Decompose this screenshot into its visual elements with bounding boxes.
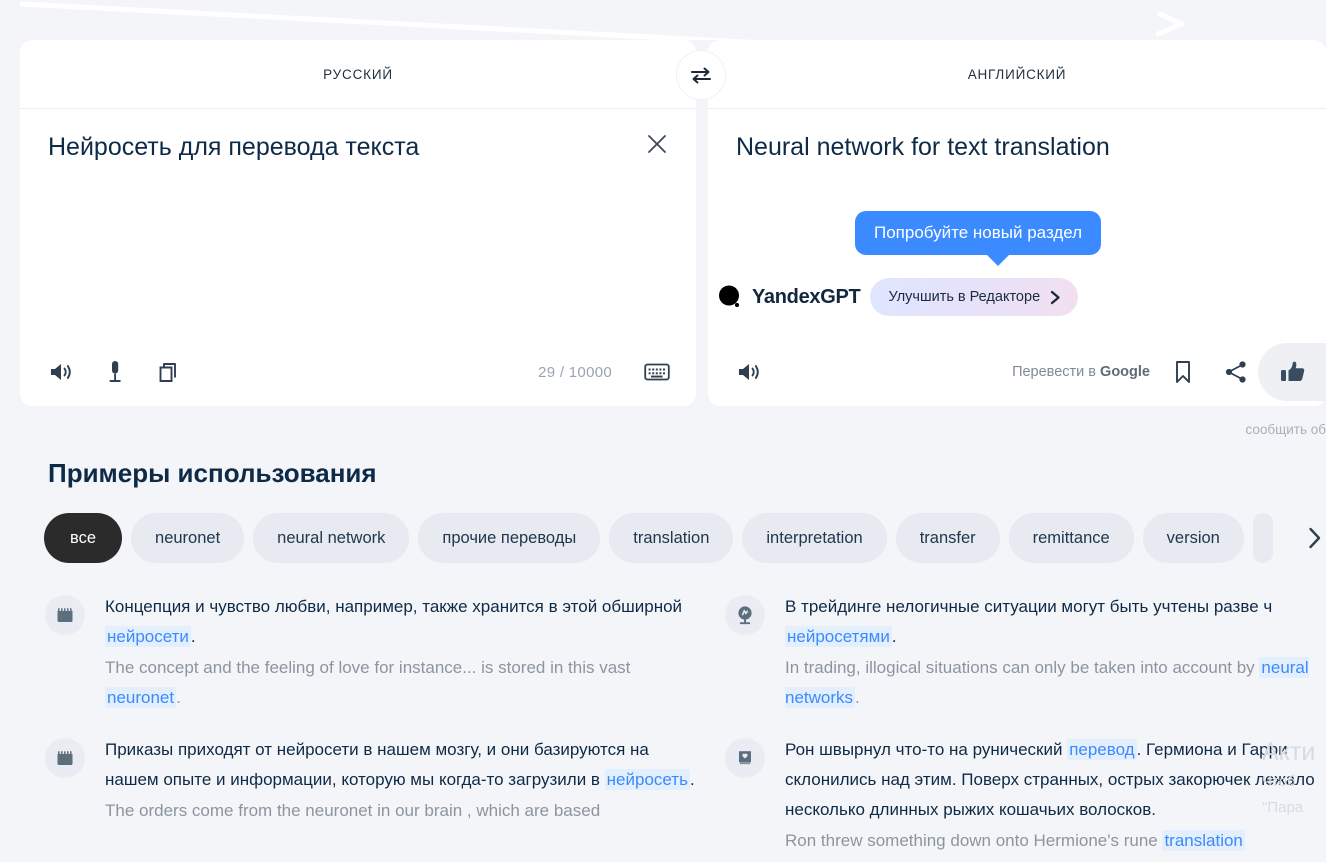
film-clapper-icon bbox=[45, 738, 85, 778]
example-source-text: Концепция и чувство любви, например, так… bbox=[105, 592, 705, 652]
examples-right-column: В трейдинге нелогичные ситуации могут бы… bbox=[725, 592, 1326, 862]
chip-version[interactable]: version bbox=[1142, 513, 1244, 563]
example-target-text: In trading, illogical situations can onl… bbox=[785, 653, 1326, 713]
swap-arrows-icon bbox=[691, 67, 711, 84]
example-item: Приказы приходят от нейросети в нашем мо… bbox=[45, 735, 711, 826]
google-brand-label: Google bbox=[1100, 364, 1150, 380]
example-item: В трейдинге нелогичные ситуации могут бы… bbox=[725, 592, 1326, 713]
examples-filter-chips: все neuronet neural network прочие перев… bbox=[44, 513, 1326, 563]
virtual-keyboard-button[interactable] bbox=[642, 357, 672, 387]
example-target-text: The orders come from the neuronet in our… bbox=[105, 796, 705, 826]
tooltip-text: Попробуйте новый раздел bbox=[874, 223, 1083, 242]
src-pre: Приказы приходят от нейросети в нашем мо… bbox=[105, 740, 649, 789]
target-text-area: Neural network for text translation bbox=[708, 109, 1326, 163]
chip-remittance[interactable]: remittance bbox=[1008, 513, 1134, 563]
src-pre: Концепция и чувство любви, например, так… bbox=[105, 597, 683, 616]
app-screen: РУССКИЙ Нейросеть для перевода текста 29… bbox=[0, 0, 1326, 862]
globe-news-icon bbox=[725, 595, 765, 635]
book-heart-icon bbox=[725, 738, 765, 778]
report-error-link[interactable]: сообщить об bbox=[1245, 422, 1326, 437]
src-highlight[interactable]: перевод bbox=[1067, 739, 1137, 760]
copy-icon bbox=[159, 363, 176, 382]
source-language-label: РУССКИЙ bbox=[323, 66, 393, 82]
source-speaker-button[interactable] bbox=[47, 357, 77, 387]
clear-source-button[interactable] bbox=[642, 129, 672, 159]
translator-card: РУССКИЙ Нейросеть для перевода текста 29… bbox=[20, 40, 1326, 406]
example-target-text: Ron threw something down onto Hermione's… bbox=[785, 826, 1326, 856]
microphone-icon bbox=[109, 361, 121, 382]
source-language-tab[interactable]: РУССКИЙ bbox=[20, 40, 696, 109]
chevron-right-icon bbox=[1050, 290, 1060, 304]
film-clapper-icon bbox=[45, 595, 85, 635]
src-post: . bbox=[689, 770, 695, 789]
example-source-text: Приказы приходят от нейросети в нашем мо… bbox=[105, 735, 705, 795]
target-speaker-button[interactable] bbox=[735, 357, 765, 387]
example-target-text: The concept and the feeling of love for … bbox=[105, 653, 705, 713]
src-highlight[interactable]: нейросети bbox=[105, 626, 191, 647]
speaker-icon bbox=[51, 364, 71, 380]
src-post: . bbox=[891, 627, 897, 646]
chips-scroll-next-button[interactable] bbox=[1292, 519, 1326, 557]
chip-neuronet[interactable]: neuronet bbox=[131, 513, 245, 563]
source-text[interactable]: Нейросеть для перевода текста bbox=[48, 131, 608, 163]
example-source-text: В трейдинге нелогичные ситуации могут бы… bbox=[785, 592, 1326, 652]
src-pre: Рон швырнул что-то на рунический bbox=[785, 740, 1068, 759]
google-link-prefix: Перевести в bbox=[1012, 364, 1101, 380]
src-post: . bbox=[190, 627, 196, 646]
examples-left-column: Концепция и чувство любви, например, так… bbox=[45, 592, 711, 848]
yandexgpt-logo: YandexGPT bbox=[716, 282, 861, 312]
like-button[interactable] bbox=[1258, 343, 1326, 401]
yandexgpt-dot-icon bbox=[719, 285, 740, 308]
source-copy-button[interactable] bbox=[153, 357, 183, 387]
chip-overflow-partial[interactable] bbox=[1252, 513, 1273, 563]
chip-other-translations[interactable]: прочие переводы bbox=[418, 513, 601, 563]
swap-languages-button[interactable] bbox=[677, 51, 725, 99]
tgt-highlight[interactable]: translation bbox=[1162, 830, 1245, 851]
chip-translation[interactable]: translation bbox=[609, 513, 734, 563]
example-source-text: Рон швырнул что-то на рунический перевод… bbox=[785, 735, 1326, 825]
character-counter: 29 / 10000 bbox=[538, 363, 612, 381]
chip-neural-network[interactable]: neural network bbox=[253, 513, 410, 563]
source-microphone-button[interactable] bbox=[100, 357, 130, 387]
src-highlight[interactable]: нейросетями bbox=[785, 626, 892, 647]
tgt-pre: In trading, illogical situations can onl… bbox=[785, 658, 1260, 677]
tgt-highlight[interactable]: neuronet bbox=[105, 687, 177, 708]
tgt-post: . bbox=[176, 688, 181, 707]
keyboard-icon bbox=[644, 363, 670, 381]
tgt-pre: The concept and the feeling of love for … bbox=[105, 658, 631, 677]
close-icon bbox=[648, 135, 666, 153]
chip-transfer[interactable]: transfer bbox=[895, 513, 1000, 563]
share-icon bbox=[1225, 361, 1246, 383]
tgt-pre: The orders come from the neuronet in our… bbox=[105, 801, 601, 820]
speaker-icon bbox=[739, 364, 759, 380]
target-toolbar: Перевести в Google bbox=[708, 338, 1326, 406]
target-language-label: АНГЛИЙСКИЙ bbox=[967, 66, 1067, 82]
improve-in-editor-label: Улучшить в Редакторе bbox=[888, 289, 1041, 305]
target-language-tab[interactable]: АНГЛИЙСКИЙ bbox=[708, 40, 1326, 109]
src-highlight[interactable]: нейросеть bbox=[604, 769, 690, 790]
chip-all[interactable]: все bbox=[44, 513, 123, 563]
bookmark-button[interactable] bbox=[1168, 357, 1198, 387]
source-text-area[interactable]: Нейросеть для перевода текста bbox=[20, 109, 696, 163]
new-section-tooltip[interactable]: Попробуйте новый раздел bbox=[855, 211, 1102, 266]
improve-in-editor-button[interactable]: Улучшить в Редакторе bbox=[870, 278, 1079, 316]
annotation-arrow-icon bbox=[19, 1, 1185, 40]
yandexgpt-label: YandexGPT bbox=[752, 285, 861, 308]
chevron-right-icon bbox=[1309, 527, 1321, 549]
bookmark-icon bbox=[1176, 361, 1190, 383]
tgt-pre: Ron threw something down onto Hermione's… bbox=[785, 831, 1163, 850]
example-item: Концепция и чувство любви, например, так… bbox=[45, 592, 711, 713]
yandexgpt-row: YandexGPT Улучшить в Редакторе bbox=[716, 278, 1079, 316]
thumbs-up-icon bbox=[1281, 361, 1305, 381]
tgt-post: . bbox=[855, 688, 860, 707]
target-text: Neural network for text translation bbox=[736, 133, 1110, 161]
examples-section-title: Примеры использования bbox=[48, 458, 377, 488]
src-pre: В трейдинге нелогичные ситуации могут бы… bbox=[785, 597, 1273, 616]
example-item: Рон швырнул что-то на рунический перевод… bbox=[725, 735, 1326, 856]
share-button[interactable] bbox=[1221, 357, 1251, 387]
translate-in-google-link[interactable]: Перевести в Google bbox=[1012, 364, 1150, 380]
source-toolbar: 29 / 10000 bbox=[20, 338, 696, 406]
source-panel: РУССКИЙ Нейросеть для перевода текста 29… bbox=[20, 40, 696, 406]
chip-interpretation[interactable]: interpretation bbox=[742, 513, 887, 563]
